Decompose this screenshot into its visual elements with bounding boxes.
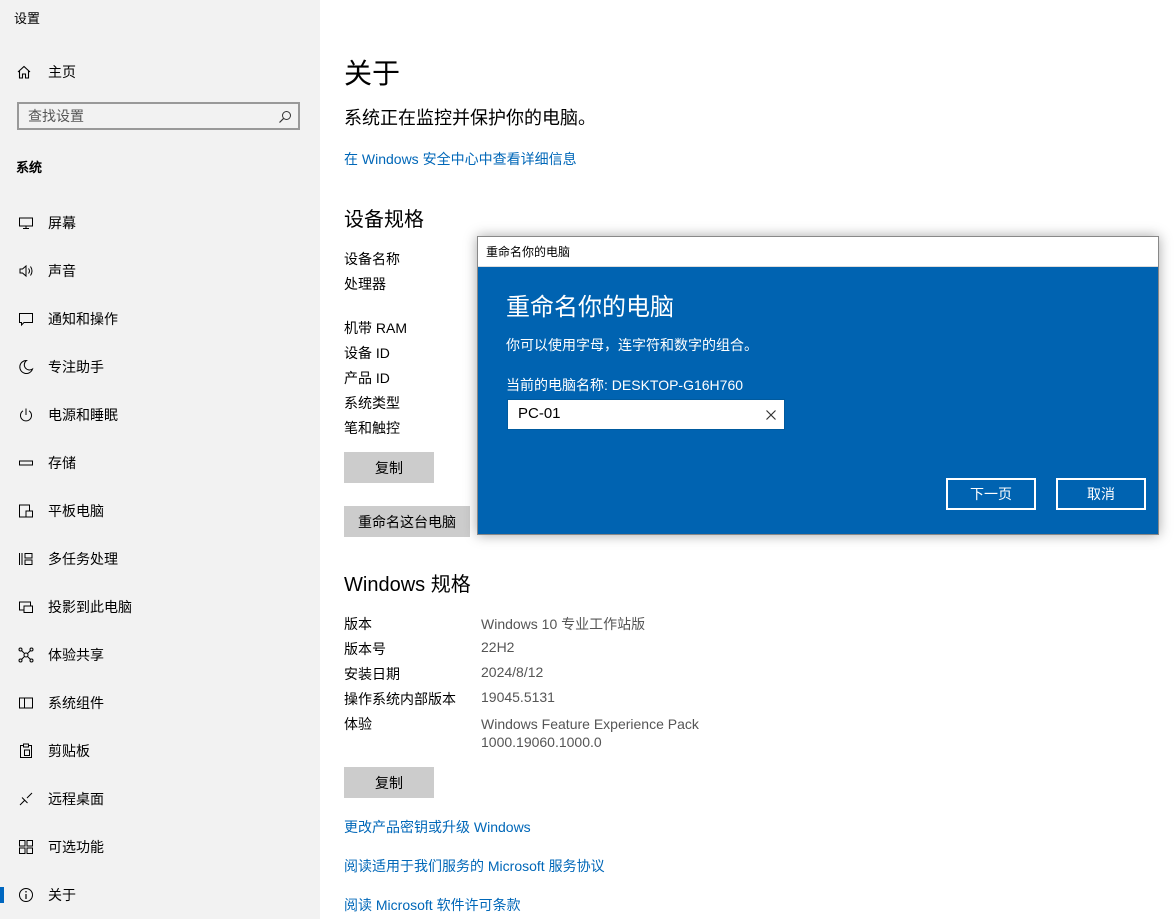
sidebar-item-label: 投影到此电脑 — [48, 599, 132, 615]
dialog-titlebar[interactable]: 重命名你的电脑 — [478, 237, 1158, 267]
search-box[interactable] — [17, 102, 300, 130]
win-spec-value-experience: Windows Feature Experience Pack — [481, 716, 699, 732]
dialog-heading: 重命名你的电脑 — [506, 294, 674, 321]
share-icon — [16, 647, 36, 663]
remote-desktop-icon — [16, 791, 36, 807]
spec-label-ram: 机带 RAM — [344, 320, 407, 336]
components-icon — [16, 695, 36, 711]
sidebar-item-about[interactable]: 关于 — [0, 879, 320, 911]
win-spec-label-edition: 版本 — [344, 616, 372, 632]
win-spec-label-os-build: 操作系统内部版本 — [344, 691, 456, 707]
sidebar-item-label: 存储 — [48, 455, 76, 471]
sidebar-item-multitasking[interactable]: 多任务处理 — [0, 543, 320, 575]
sidebar-item-label: 声音 — [48, 263, 76, 279]
sidebar: 设置 主页 系统 屏幕 声音 通知和操作 专注助手 电源和睡眠 存储 平板 — [0, 0, 320, 919]
win-spec-label-version: 版本号 — [344, 641, 386, 657]
change-product-key-link[interactable]: 更改产品密钥或升级 Windows — [344, 817, 531, 837]
new-name-field[interactable] — [507, 399, 785, 430]
next-button[interactable]: 下一页 — [946, 478, 1036, 510]
spec-label-processor: 处理器 — [344, 276, 386, 292]
search-icon[interactable] — [278, 110, 292, 129]
sidebar-item-remote-desktop[interactable]: 远程桌面 — [0, 783, 320, 815]
win-spec-label-installed-on: 安装日期 — [344, 666, 400, 682]
spec-label-product-id: 产品 ID — [344, 370, 390, 386]
sidebar-item-storage[interactable]: 存储 — [0, 447, 320, 479]
sidebar-item-label: 电源和睡眠 — [48, 407, 118, 423]
win-spec-value-edition: Windows 10 专业工作站版 — [481, 616, 646, 632]
sidebar-item-label: 屏幕 — [48, 215, 76, 231]
security-center-link[interactable]: 在 Windows 安全中心中查看详细信息 — [344, 149, 577, 169]
optional-features-icon — [16, 839, 36, 855]
current-pc-name: 当前的电脑名称: DESKTOP-G16H760 — [506, 377, 744, 393]
sidebar-item-projection[interactable]: 投影到此电脑 — [0, 591, 320, 623]
sidebar-item-label: 可选功能 — [48, 839, 104, 855]
active-indicator — [0, 887, 4, 903]
sidebar-item-label: 远程桌面 — [48, 791, 104, 807]
spec-label-pen-touch: 笔和触控 — [344, 420, 400, 436]
sidebar-item-label: 关于 — [48, 887, 76, 903]
services-agreement-link[interactable]: 阅读适用于我们服务的 Microsoft 服务协议 — [344, 856, 605, 876]
clipboard-icon — [16, 743, 36, 759]
spec-label-device-name: 设备名称 — [344, 251, 400, 267]
copy-windows-specs-button[interactable]: 复制 — [344, 767, 434, 798]
moon-icon — [16, 359, 36, 375]
tablet-icon — [16, 503, 36, 519]
sidebar-item-optional-features[interactable]: 可选功能 — [0, 831, 320, 863]
search-input[interactable] — [28, 108, 268, 124]
sidebar-item-sound[interactable]: 声音 — [0, 255, 320, 287]
win-spec-value-installed-on: 2024/8/12 — [481, 664, 544, 680]
sidebar-item-display[interactable]: 屏幕 — [0, 207, 320, 239]
dialog-window-title: 重命名你的电脑 — [486, 245, 571, 259]
sidebar-item-label: 剪贴板 — [48, 743, 90, 759]
sidebar-item-power-sleep[interactable]: 电源和睡眠 — [0, 399, 320, 431]
security-status: 系统正在监控并保护你的电脑。 — [344, 108, 596, 128]
win-spec-value-experience-version: 1000.19060.1000.0 — [481, 734, 602, 750]
sidebar-item-tablet[interactable]: 平板电脑 — [0, 495, 320, 527]
storage-icon — [16, 455, 36, 471]
new-name-input[interactable] — [518, 405, 748, 422]
rename-pc-button[interactable]: 重命名这台电脑 — [344, 506, 470, 537]
speaker-icon — [16, 263, 36, 279]
sidebar-item-shared-experiences[interactable]: 体验共享 — [0, 639, 320, 671]
clear-input-icon[interactable] — [765, 408, 777, 426]
projection-icon — [16, 599, 36, 615]
win-spec-value-os-build: 19045.5131 — [481, 689, 555, 705]
home-nav-item[interactable]: 主页 — [16, 62, 76, 82]
sidebar-item-label: 多任务处理 — [48, 551, 118, 567]
copy-device-specs-button[interactable]: 复制 — [344, 452, 434, 483]
sidebar-item-label: 系统组件 — [48, 695, 104, 711]
rename-pc-dialog: 重命名你的电脑 重命名你的电脑 你可以使用字母，连字符和数字的组合。 当前的电脑… — [477, 236, 1159, 535]
cancel-button[interactable]: 取消 — [1056, 478, 1146, 510]
sidebar-item-label: 专注助手 — [48, 359, 104, 375]
monitor-icon — [16, 215, 36, 231]
sidebar-item-system-components[interactable]: 系统组件 — [0, 687, 320, 719]
app-title: 设置 — [14, 11, 41, 26]
sidebar-item-focus-assist[interactable]: 专注助手 — [0, 351, 320, 383]
power-icon — [16, 407, 36, 423]
sidebar-item-clipboard[interactable]: 剪贴板 — [0, 735, 320, 767]
page-title: 关于 — [344, 58, 401, 89]
win-spec-label-experience: 体验 — [344, 716, 372, 732]
sidebar-item-notifications[interactable]: 通知和操作 — [0, 303, 320, 335]
section-label-system: 系统 — [16, 160, 43, 175]
windows-specs-heading: Windows 规格 — [344, 574, 471, 596]
home-label: 主页 — [48, 64, 76, 80]
notification-icon — [16, 311, 36, 327]
spec-label-system-type: 系统类型 — [344, 395, 400, 411]
device-specs-heading: 设备规格 — [344, 209, 424, 231]
home-icon — [16, 64, 36, 80]
sidebar-item-label: 体验共享 — [48, 647, 104, 663]
spec-label-device-id: 设备 ID — [344, 345, 390, 361]
multitasking-icon — [16, 551, 36, 567]
sidebar-item-label: 平板电脑 — [48, 503, 104, 519]
sidebar-item-label: 通知和操作 — [48, 311, 118, 327]
info-icon — [16, 887, 36, 903]
dialog-description: 你可以使用字母，连字符和数字的组合。 — [506, 337, 758, 353]
win-spec-value-version: 22H2 — [481, 639, 515, 655]
license-terms-link[interactable]: 阅读 Microsoft 软件许可条款 — [344, 895, 521, 915]
